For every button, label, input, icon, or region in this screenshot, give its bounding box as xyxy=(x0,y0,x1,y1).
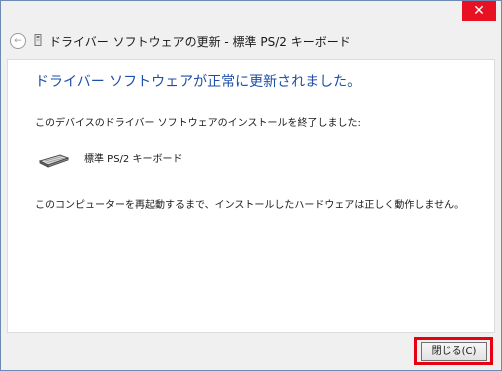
success-heading: ドライバー ソフトウェアが正常に更新されました。 xyxy=(35,74,362,90)
close-icon: ✕ xyxy=(473,3,485,19)
window-close-button[interactable]: ✕ xyxy=(462,1,496,21)
driver-update-window: ✕ ← ドライバー ソフトウェアの更新 - 標準 PS/2 キーボード ドライバ… xyxy=(0,0,502,371)
back-arrow-icon: ← xyxy=(14,36,22,46)
restart-message: このコンピューターを再起動するまで、インストールしたハードウェアは正しく動作しま… xyxy=(35,200,465,211)
keyboard-icon xyxy=(38,154,70,168)
content-panel: ドライバー ソフトウェアが正常に更新されました。 このデバイスのドライバー ソフ… xyxy=(7,59,495,333)
button-bar: 閉じる(C) xyxy=(1,333,501,370)
wizard-title: ドライバー ソフトウェアの更新 - 標準 PS/2 キーボード xyxy=(49,35,351,49)
close-button[interactable]: 閉じる(C) xyxy=(421,342,487,361)
wizard-header: ← ドライバー ソフトウェアの更新 - 標準 PS/2 キーボード xyxy=(1,23,501,59)
finished-message: このデバイスのドライバー ソフトウェアのインストールを終了しました: xyxy=(35,118,361,129)
device-manager-icon xyxy=(34,34,42,46)
title-bar: ✕ xyxy=(1,1,501,23)
back-button[interactable]: ← xyxy=(10,33,26,49)
device-name: 標準 PS/2 キーボード xyxy=(84,154,183,165)
